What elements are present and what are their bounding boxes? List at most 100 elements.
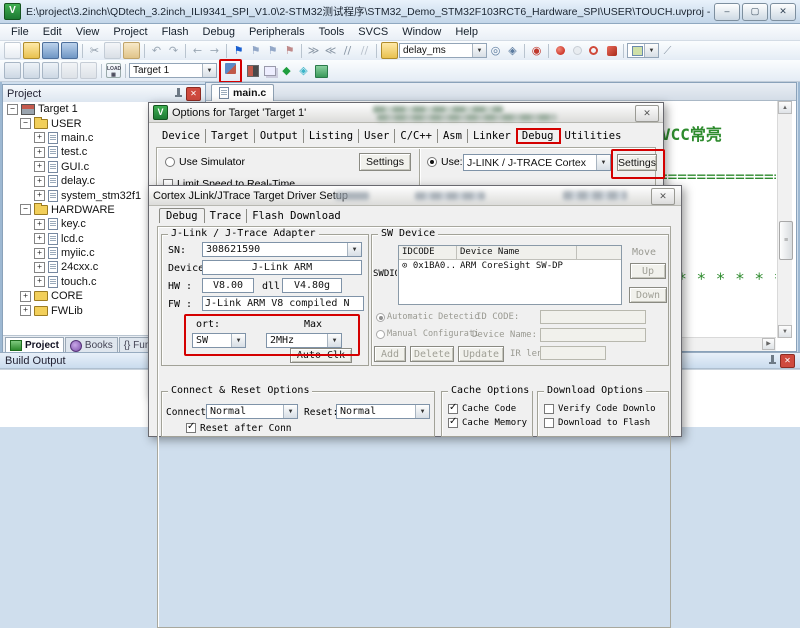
dialog-tab[interactable]: Listing <box>304 129 359 143</box>
prev-bookmark-icon[interactable]: ⚑ <box>265 43 280 58</box>
scroll-down-icon[interactable]: ▼ <box>778 325 792 338</box>
sn-combo[interactable]: 308621590 ▼ <box>202 242 362 257</box>
tree-expander-icon[interactable] <box>34 262 45 273</box>
dialog-tab[interactable]: Target <box>206 129 255 143</box>
menu-item[interactable]: Debug <box>196 25 242 39</box>
navigate-forward-icon[interactable]: → <box>207 43 222 58</box>
kill-breakpoints-icon[interactable] <box>587 43 602 58</box>
scroll-right-icon[interactable]: ▶ <box>762 338 775 350</box>
menu-item[interactable]: File <box>4 25 36 39</box>
translate-icon[interactable] <box>4 62 21 79</box>
panel-tab[interactable]: Project <box>5 337 64 353</box>
port-combo[interactable]: SW ▼ <box>192 333 246 348</box>
chevron-down-icon[interactable]: ▼ <box>202 64 216 77</box>
chevron-down-icon[interactable]: ▼ <box>231 334 245 347</box>
dialog-tab[interactable]: Flash Download <box>247 209 346 223</box>
uncomment-icon[interactable]: // <box>357 43 372 58</box>
redo-icon[interactable]: ↷ <box>166 43 181 58</box>
chevron-down-icon[interactable]: ▼ <box>283 405 297 418</box>
max-clock-combo[interactable]: 2MHz ▼ <box>266 333 342 348</box>
tree-expander-icon[interactable] <box>20 305 31 316</box>
bookmark-icon[interactable]: ⚑ <box>231 43 246 58</box>
find-in-files-icon[interactable] <box>381 42 398 59</box>
tree-expander-icon[interactable] <box>20 291 31 302</box>
batch-build-icon[interactable] <box>61 62 78 79</box>
indent-icon[interactable]: ≫ <box>306 43 321 58</box>
options-for-target-icon[interactable] <box>223 61 238 76</box>
dialog-tab[interactable]: Debug <box>517 129 560 143</box>
editor-tab-main-c[interactable]: main.c <box>211 84 274 101</box>
chevron-down-icon[interactable]: ▼ <box>472 44 486 57</box>
pack-installer-icon[interactable]: ◈ <box>296 63 311 78</box>
menu-item[interactable]: Peripherals <box>242 25 312 39</box>
dialog-tab[interactable]: Output <box>255 129 304 143</box>
verify-code-download-checkbox[interactable] <box>544 404 554 414</box>
rebuild-icon[interactable] <box>42 62 59 79</box>
save-icon[interactable] <box>42 42 59 59</box>
simulator-settings-button[interactable]: Settings <box>359 153 411 171</box>
clear-bookmarks-icon[interactable]: ⚑ <box>282 43 297 58</box>
tree-expander-icon[interactable] <box>34 276 45 287</box>
tree-expander-icon[interactable] <box>34 161 45 172</box>
scroll-up-icon[interactable]: ▲ <box>778 101 792 114</box>
tree-expander-icon[interactable] <box>34 248 45 259</box>
disable-breakpoint-icon[interactable] <box>570 43 585 58</box>
paste-icon[interactable] <box>123 42 140 59</box>
reset-combo[interactable]: Normal ▼ <box>336 404 430 419</box>
dialog-close-icon[interactable]: ✕ <box>635 105 659 122</box>
tree-expander-icon[interactable] <box>34 219 45 230</box>
use-debugger-radio[interactable] <box>427 157 437 167</box>
chevron-down-icon[interactable]: ▼ <box>644 44 658 57</box>
chevron-down-icon[interactable]: ▼ <box>596 155 610 170</box>
download-to-flash-checkbox[interactable] <box>544 418 554 428</box>
comment-icon[interactable]: // <box>340 43 355 58</box>
close-panel-icon[interactable]: ✕ <box>780 354 795 368</box>
menu-item[interactable]: View <box>69 25 107 39</box>
copy-icon[interactable] <box>104 42 121 59</box>
tree-expander-icon[interactable] <box>34 190 45 201</box>
menu-item[interactable]: Edit <box>36 25 69 39</box>
sw-device-table[interactable]: IDCODE Device Name ⊙ 0x1BA0... ARM CoreS… <box>398 245 622 305</box>
tree-expander-icon[interactable] <box>34 132 45 143</box>
cache-code-checkbox[interactable] <box>448 404 458 414</box>
manage-components-icon[interactable] <box>245 63 260 78</box>
books-pack-icon[interactable] <box>313 63 328 78</box>
enable-breakpoints-icon[interactable] <box>604 43 619 58</box>
dialog-tab[interactable]: Device <box>157 129 206 143</box>
navigate-back-icon[interactable]: ← <box>190 43 205 58</box>
pin-icon[interactable] <box>768 355 777 366</box>
pin-icon[interactable] <box>174 88 183 99</box>
target-select-combo[interactable]: Target 1 ▼ <box>129 63 217 78</box>
use-simulator-radio[interactable] <box>165 157 175 167</box>
maximize-button[interactable]: ▢ <box>742 3 768 21</box>
menu-item[interactable]: Flash <box>155 25 196 39</box>
tree-expander-icon[interactable] <box>34 233 45 244</box>
close-panel-icon[interactable]: ✕ <box>186 87 201 101</box>
dialog-tab[interactable]: Debug <box>159 208 205 223</box>
scrollbar-thumb[interactable]: ≡ <box>779 221 793 260</box>
open-file-icon[interactable] <box>23 42 40 59</box>
rte-manager-icon[interactable]: ◆ <box>279 63 294 78</box>
close-button[interactable]: ✕ <box>770 3 796 21</box>
debugger-select-combo[interactable]: J-LINK / J-TRACE Cortex ▼ <box>463 154 611 171</box>
auto-clk-button[interactable]: Auto Clk <box>290 348 352 363</box>
file-extensions-icon[interactable] <box>262 63 277 78</box>
reset-after-connect-checkbox[interactable] <box>186 423 196 433</box>
connect-combo[interactable]: Normal ▼ <box>206 404 298 419</box>
next-bookmark-icon[interactable]: ⚑ <box>248 43 263 58</box>
stop-build-icon[interactable] <box>80 62 97 79</box>
menu-item[interactable]: Project <box>106 25 154 39</box>
debugger-settings-button[interactable]: Settings <box>617 154 657 171</box>
menu-item[interactable]: Tools <box>312 25 352 39</box>
menu-item[interactable]: SVCS <box>351 25 395 39</box>
cut-icon[interactable]: ✂ <box>87 43 102 58</box>
dialog-tab[interactable]: Asm <box>438 129 468 143</box>
tree-expander-icon[interactable] <box>34 147 45 158</box>
find-icon[interactable]: ◎ <box>488 43 503 58</box>
dialog-tab[interactable]: Linker <box>468 129 517 143</box>
configure-tools-icon[interactable]: ⟋ <box>660 43 675 58</box>
tree-expander-icon[interactable] <box>20 118 31 129</box>
dialog-close-icon[interactable]: ✕ <box>651 188 675 205</box>
tree-expander-icon[interactable] <box>20 204 31 215</box>
window-layout-combo[interactable]: ▼ <box>627 43 659 58</box>
